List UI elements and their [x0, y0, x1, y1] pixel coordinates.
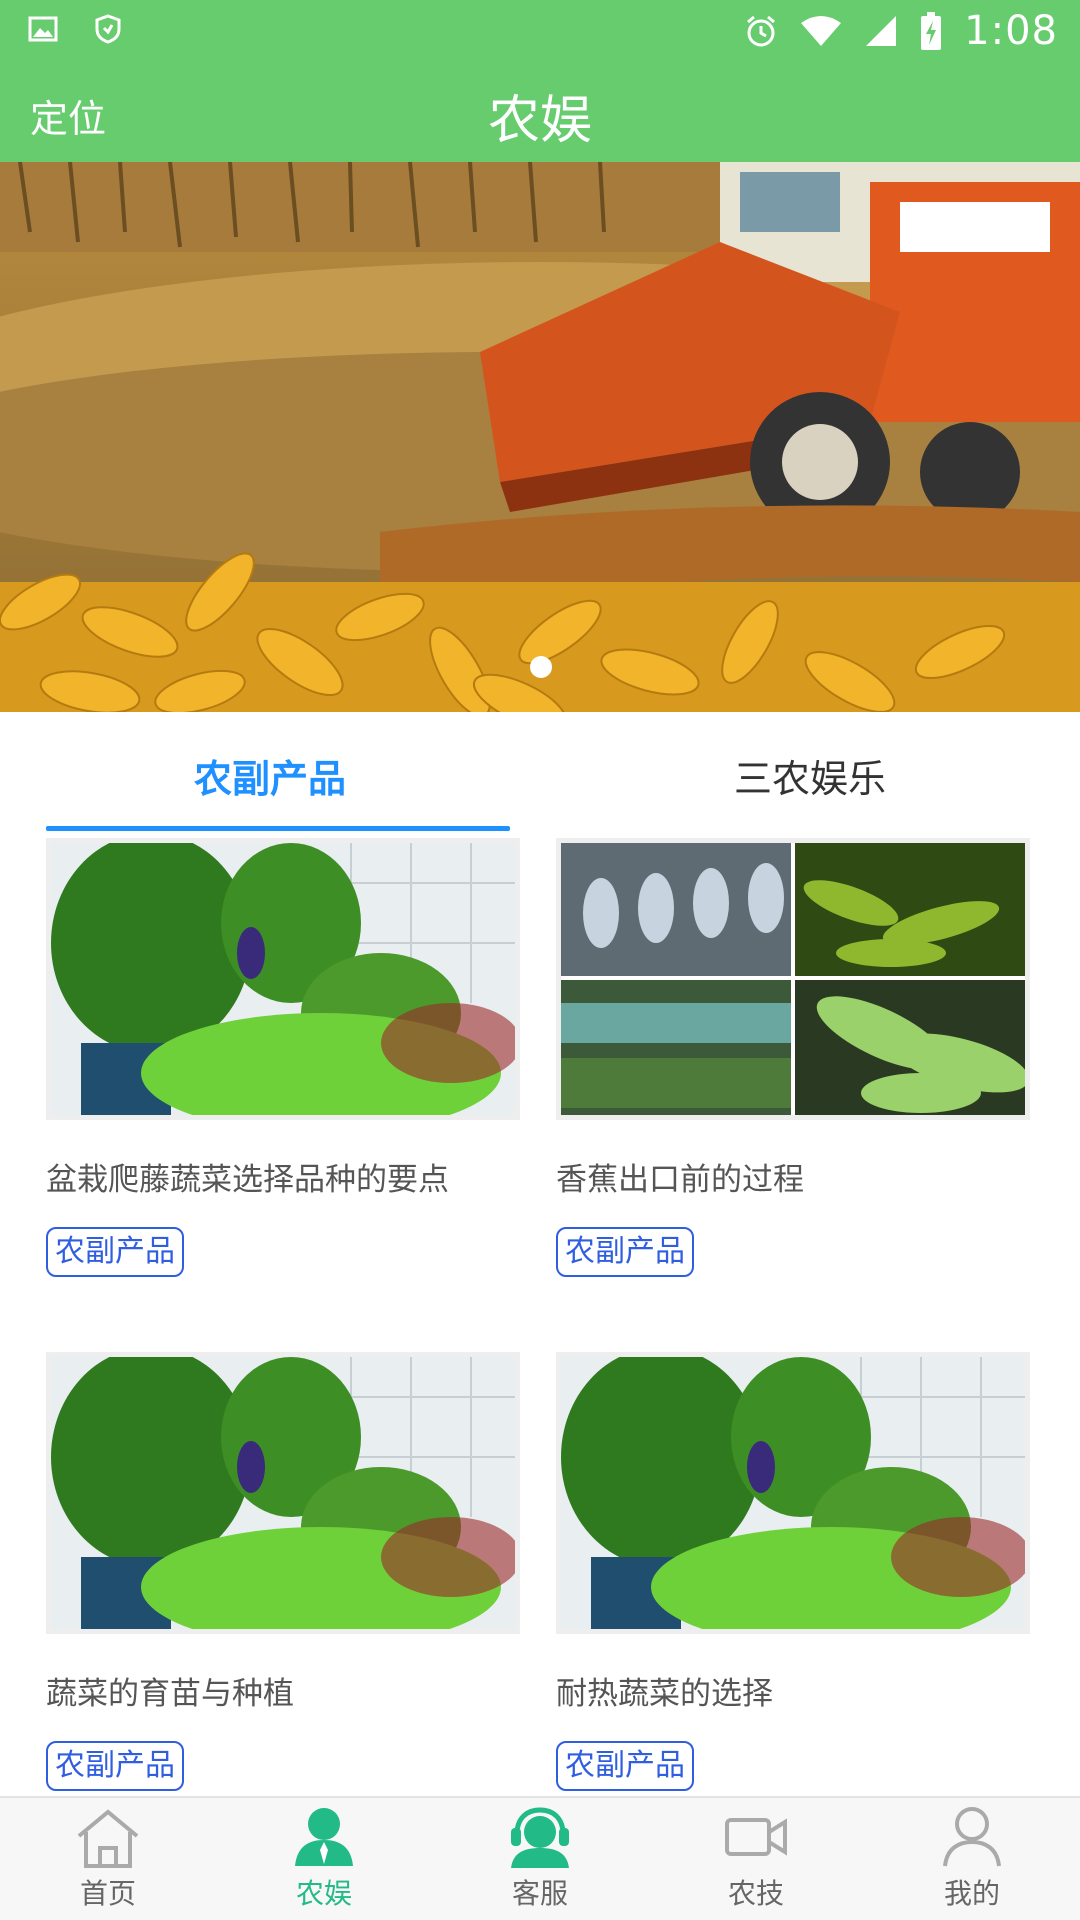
- shield-notification-icon: [95, 14, 121, 44]
- nav-customer-service[interactable]: 客服: [432, 1798, 648, 1920]
- category-tag[interactable]: 农副产品: [46, 1227, 184, 1277]
- vegetable-garden-image: [51, 1357, 515, 1629]
- nav-entertainment[interactable]: 农娱: [216, 1798, 432, 1920]
- wifi-icon: [801, 16, 842, 46]
- article-thumbnail: [556, 1352, 1030, 1634]
- profile-icon: [943, 1807, 1001, 1867]
- category-tag[interactable]: 农副产品: [46, 1741, 184, 1791]
- tab-rural-entertainment[interactable]: 三农娱乐: [540, 712, 1080, 832]
- nav-label: 首页: [79, 1877, 136, 1910]
- page-title: 农娱: [487, 91, 592, 151]
- battery-charging-icon: [921, 12, 942, 50]
- article-card[interactable]: 香蕉出口前的过程 农副产品: [556, 838, 1030, 1277]
- video-icon: [725, 1818, 787, 1856]
- article-card[interactable]: 耐热蔬菜的选择 农副产品: [556, 1352, 1030, 1791]
- corn-harvester-image: [0, 162, 1080, 712]
- carousel-indicator-dot[interactable]: [530, 656, 552, 678]
- category-tabs: 农副产品 三农娱乐: [0, 712, 1080, 832]
- alarm-icon: [747, 15, 776, 47]
- article-thumbnail: [46, 1352, 520, 1634]
- signal-icon: [866, 16, 897, 46]
- active-tab-indicator: [46, 826, 510, 831]
- article-title: 蔬菜的育苗与种植: [46, 1676, 294, 1712]
- status-time: 1:08: [964, 8, 1058, 54]
- article-thumbnail: [46, 838, 520, 1120]
- category-tag[interactable]: 农副产品: [556, 1227, 694, 1277]
- person-icon: [295, 1808, 353, 1866]
- article-title: 耐热蔬菜的选择: [556, 1676, 773, 1712]
- nav-label: 我的: [943, 1877, 1000, 1910]
- nav-label: 农娱: [295, 1877, 352, 1910]
- article-title: 盆栽爬藤蔬菜选择品种的要点: [46, 1162, 449, 1198]
- nav-home[interactable]: 首页: [0, 1798, 216, 1920]
- tab-agricultural-products[interactable]: 农副产品: [0, 712, 540, 832]
- article-thumbnail: [556, 838, 1030, 1120]
- gallery-notification-icon: [28, 16, 58, 42]
- headset-icon: [511, 1807, 569, 1868]
- home-icon: [77, 1809, 139, 1868]
- nav-label: 农技: [727, 1877, 784, 1910]
- article-title: 香蕉出口前的过程: [556, 1162, 804, 1198]
- article-card[interactable]: 盆栽爬藤蔬菜选择品种的要点 农副产品: [46, 838, 520, 1277]
- vegetable-garden-image: [51, 843, 515, 1115]
- banana-collage-image: [561, 843, 1025, 1115]
- status-bar: 1:08: [0, 0, 1080, 62]
- bottom-navigation: 首页 农娱 客服 农技 我的: [0, 1796, 1080, 1920]
- article-card[interactable]: 蔬菜的育苗与种植 农副产品: [46, 1352, 520, 1791]
- nav-label: 客服: [511, 1877, 568, 1910]
- nav-agri-tech[interactable]: 农技: [648, 1798, 864, 1920]
- category-tag[interactable]: 农副产品: [556, 1741, 694, 1791]
- app-bar: 定位 农娱: [0, 62, 1080, 162]
- vegetable-garden-image: [561, 1357, 1025, 1629]
- nav-profile[interactable]: 我的: [864, 1798, 1080, 1920]
- banner-carousel[interactable]: [0, 162, 1080, 712]
